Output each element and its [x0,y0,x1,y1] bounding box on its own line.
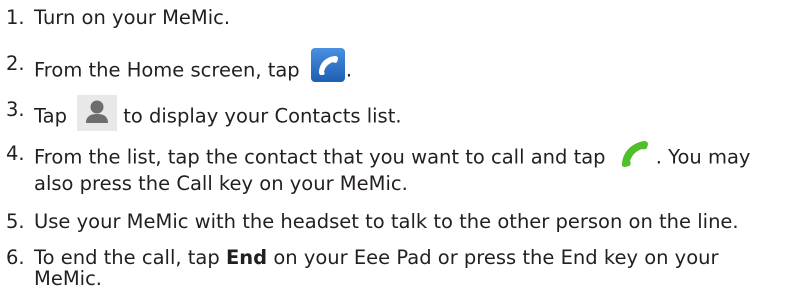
step-number: 1. [6,6,25,29]
step-number: 4. [6,142,25,165]
step-1: 1. Turn on your MeMic. [6,7,230,28]
step-number: 2. [6,52,25,75]
step-text-before: Tap [34,104,68,128]
step-text-after: . You may [655,145,751,169]
step-number: 6. [6,246,25,269]
step-2: 2. From the Home screen, tap . [6,48,353,89]
step-6: 6. To end the call, tap End on your Eee … [6,247,719,289]
step-3: 3. Tap to display your Contacts list. [6,95,402,135]
step-text-after: on your Eee Pad or press the End key on … [273,246,719,269]
contacts-person-icon [77,95,118,131]
step-text-after: to display your Contacts list. [123,104,402,128]
step-text-before: From the list, tap the contact that you … [34,145,606,169]
phone-app-icon [310,47,346,83]
step-text-after: . [345,58,353,82]
step-text-before: From the Home screen, tap [34,58,300,82]
step-number: 5. [6,210,25,233]
step-4: 4. From the list, tap the contact that y… [6,141,751,195]
step-text-line2: also press the Call key on your MeMic. [34,172,408,195]
green-call-handset-icon [620,139,650,169]
step-text-before: To end the call, tap [34,246,220,269]
step-5: 5. Use your MeMic with the headset to ta… [6,211,739,232]
step-text: Use your MeMic with the headset to talk … [34,210,739,233]
step-text: Turn on your MeMic. [34,6,231,29]
end-keyword: End [225,246,268,269]
step-text-line2: MeMic. [34,267,102,290]
step-number: 3. [6,98,25,121]
